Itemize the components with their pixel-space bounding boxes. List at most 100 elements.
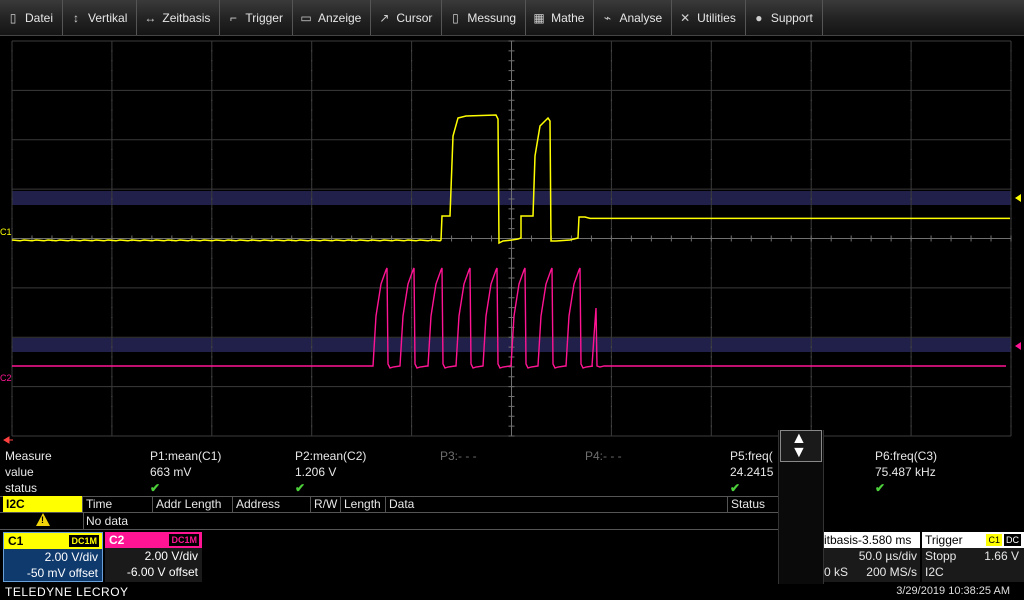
c1-descriptor[interactable]: C1 DC1M 2.00 V/div -50 mV offset [3,532,103,582]
menu-utilities[interactable]: ✕ Utilities [672,0,746,35]
grid-dot [810,307,812,309]
grid-dot [1010,149,1012,151]
c1-coupling-badge: DC1M [69,535,99,547]
grid-dot [710,405,712,407]
grid-dot [710,80,712,81]
grid-dot [910,129,912,131]
grid-dot [111,168,113,170]
grid-dot [910,168,912,170]
grid-dot [411,178,413,180]
grid-dot [211,415,213,417]
grid-dot [710,228,712,230]
col-rw[interactable]: R/W [311,496,341,512]
waveform-display[interactable]: C1 C2 [0,36,1024,448]
grid-dot [610,228,612,230]
grid-dot [810,376,812,378]
param-p6-name[interactable]: P6:freq(C3) [875,448,937,464]
menu-trigger[interactable]: ⌐ Trigger [220,0,293,35]
grid-dot [211,178,213,180]
grid-dot [810,257,812,259]
date-time: 3/29/2019 10:38:25 AM [896,585,1010,597]
grid-dot [710,129,712,131]
grid-dot [311,129,313,131]
grid-dot [910,247,912,249]
grid-dot [710,60,712,62]
grid-dot [610,307,612,309]
measure-header-label: Measure [5,449,52,463]
grid-dot [411,346,413,348]
grid-dot [710,149,712,151]
grid-dot [910,178,912,180]
grid-dot [11,129,13,131]
trigger-descriptor[interactable]: Trigger C1 DC Stopp 1.66 V I2C [922,532,1024,582]
param-p5-name[interactable]: P5:freq( [730,448,773,464]
col-data[interactable]: Data [386,496,728,512]
col-length[interactable]: Length [341,496,386,512]
param-p6-status-check-icon: ✔ [875,481,886,495]
grid-dot [910,60,912,62]
grid-dot [211,80,213,81]
c2-offset: -6.00 V offset [126,565,198,579]
col-address[interactable]: Address [233,496,311,512]
grid-dot [710,247,712,249]
i2c-decode-table[interactable]: I2C Time Addr Length Address R/W Length … [0,496,778,530]
timebase-tdiv: 50.0 µs/div [858,549,917,563]
grid-dot [111,257,113,259]
grid-dot [1010,109,1012,111]
grid-dot [1010,366,1012,368]
c2-descriptor[interactable]: C2 DC1M 2.00 V/div -6.00 V offset [105,532,202,582]
menu-datei[interactable]: ▯ Datei [0,0,64,35]
menu-vertikal[interactable]: ↕ Vertikal [63,0,138,35]
grid-dot [211,307,213,309]
menu-anzeige[interactable]: ▭ Anzeige [293,0,372,35]
grid-dot [411,247,413,249]
scroll-up-down-button[interactable]: ▲ ▼ [780,430,822,462]
grid-dot [411,425,413,427]
grid-dot [710,159,712,160]
grid-dot [211,119,213,121]
grid-dot [311,346,313,348]
grid-dot [211,326,213,328]
grid-dot [910,257,912,259]
grid-dot [1010,70,1012,72]
grid-dot [710,70,712,72]
param-p2-status-check-icon: ✔ [295,481,306,495]
grid-dot [411,99,413,101]
grid-dot [111,149,113,151]
col-addr-length[interactable]: Addr Length [153,496,233,512]
grid-dot [11,80,13,81]
grid-dot [311,317,313,318]
chevron-down-icon: ▼ [791,444,807,461]
grid-dot [411,198,413,200]
grid-dot [111,109,113,111]
col-time[interactable]: Time [83,496,153,512]
col-status[interactable]: Status [728,496,778,512]
grid-dot [111,326,113,328]
menu-cursor[interactable]: ↗ Cursor [371,0,443,35]
grid-dot [211,376,213,378]
menu-label: Datei [25,10,54,25]
param-p3-name[interactable]: P3:- - - [440,448,477,464]
grid-dot [1010,198,1012,200]
grid-dot [411,228,413,230]
param-p1-value: 663 mV [150,465,192,479]
grid-dot [710,50,712,52]
param-p1-name[interactable]: P1:mean(C1) [150,448,221,464]
grid-dot [810,129,812,131]
menu-mathe[interactable]: ▦ Mathe [526,0,595,35]
decode-protocol-tag[interactable]: I2C [3,496,83,512]
grid-dot [411,70,413,72]
menu-support[interactable]: ● Support [746,0,823,35]
param-p2-name[interactable]: P2:mean(C2) [295,448,366,464]
grid-dot [411,267,413,269]
menu-zeitbasis[interactable]: ↔ Zeitbasis [137,0,221,35]
menu-messung[interactable]: ▯ Messung [442,0,527,35]
timebase-descriptor[interactable]: itbasis-3.580 ms 50.0 µs/div 0 kS 200 MS… [822,532,920,582]
grid-dot [810,277,812,279]
grid-dot [111,80,113,81]
param-p4-name[interactable]: P4:- - - [585,448,622,464]
menu-analyse[interactable]: ⌁ Analyse [594,0,673,35]
grid-dot [11,218,13,220]
grid-dot [1010,307,1012,309]
grid-dot [411,208,413,210]
